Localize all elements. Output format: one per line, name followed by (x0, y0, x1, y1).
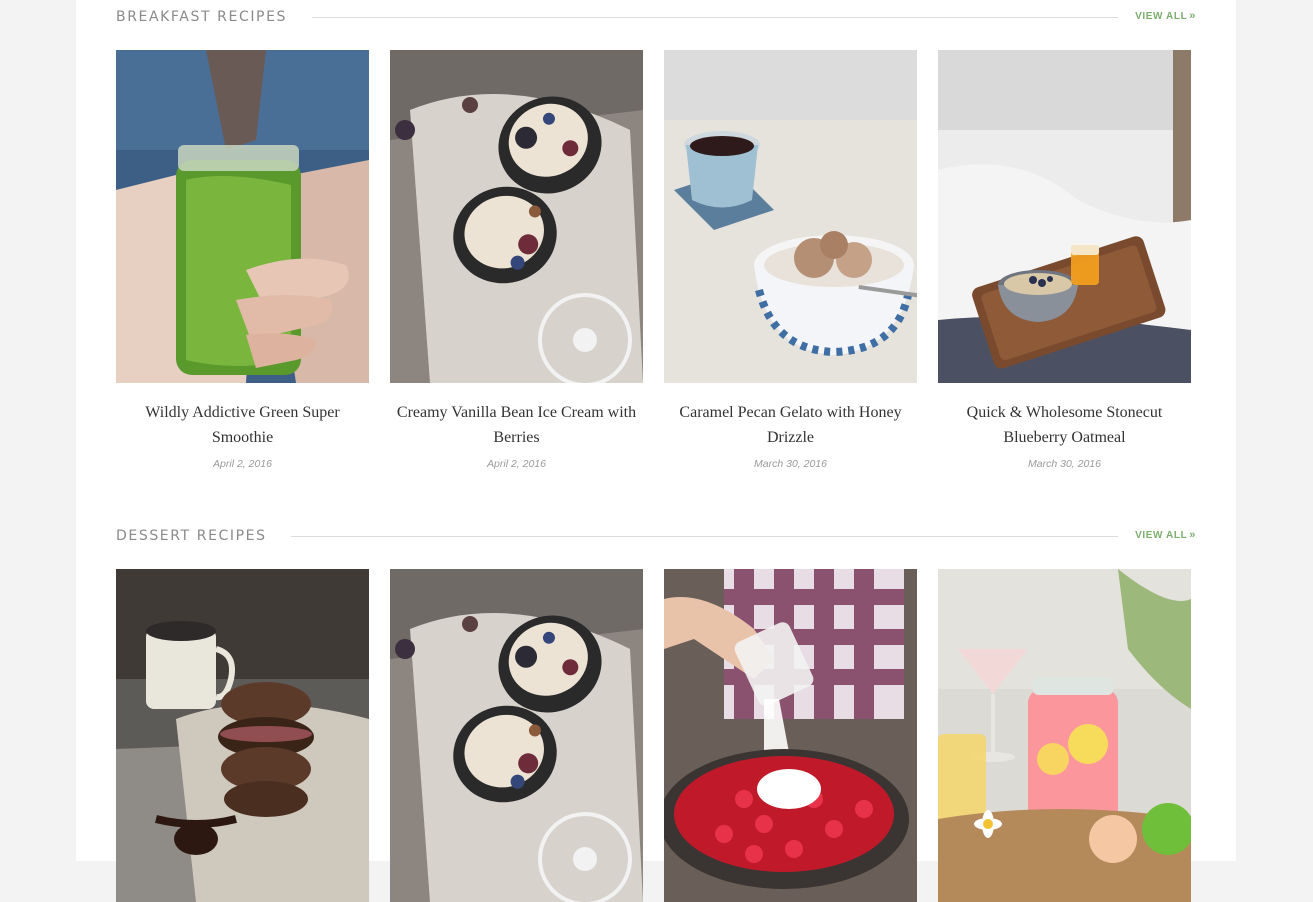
section-title: DESSERT RECIPES (116, 528, 267, 544)
ice-cream-cones-berries-photo[interactable] (390, 569, 643, 902)
pink-lemonade-drinks-photo[interactable] (938, 569, 1191, 902)
recipe-card: Quick & Wholesome Stonecut Blueberry Oat… (938, 50, 1191, 470)
recipe-date: March 30, 2016 (1028, 458, 1101, 470)
section-header: BREAKFAST RECIPES VIEW ALL» (116, 0, 1196, 34)
view-all-label: VIEW ALL (1135, 530, 1188, 541)
section-header: DESSERT RECIPES VIEW ALL» (116, 519, 1196, 553)
double-chevron-right-icon: » (1189, 529, 1196, 541)
section-divider (291, 536, 1118, 537)
recipe-title[interactable]: Quick & Wholesome Stonecut Blueberry Oat… (944, 400, 1185, 450)
double-chevron-right-icon: » (1189, 10, 1196, 22)
recipe-date: March 30, 2016 (754, 458, 827, 470)
recipe-date: April 2, 2016 (213, 458, 272, 470)
recipe-date: April 2, 2016 (487, 458, 546, 470)
view-all-label: VIEW ALL (1135, 11, 1188, 22)
recipe-card: Creamy Vanilla Bean Ice Cream with Berri… (390, 50, 643, 470)
view-all-link[interactable]: VIEW ALL» (1135, 529, 1196, 541)
recipe-card (664, 569, 917, 902)
strawberries-sugar-pot-photo[interactable] (664, 569, 917, 902)
recipe-title[interactable]: Caramel Pecan Gelato with Honey Drizzle (670, 400, 911, 450)
content-area: BREAKFAST RECIPES VIEW ALL» Wildly Addic… (76, 0, 1236, 902)
oatmeal-breakfast-tray-photo[interactable] (938, 50, 1191, 383)
section-divider (312, 17, 1118, 18)
recipe-title[interactable]: Wildly Addictive Green Super Smoothie (122, 400, 363, 450)
recipe-card (390, 569, 643, 902)
gelato-bowl-coffee-cup-photo[interactable] (664, 50, 917, 383)
recipe-card (938, 569, 1191, 902)
recipe-card (116, 569, 369, 902)
section-title: BREAKFAST RECIPES (116, 9, 288, 25)
recipe-card: Caramel Pecan Gelato with Honey Drizzle … (664, 50, 917, 470)
view-all-link[interactable]: VIEW ALL» (1135, 10, 1196, 22)
ice-cream-cones-berries-photo[interactable] (390, 50, 643, 383)
green-smoothie-jar-photo[interactable] (116, 50, 369, 383)
breakfast-recipes-section: BREAKFAST RECIPES VIEW ALL» Wildly Addic… (116, 0, 1196, 470)
recipe-card: Wildly Addictive Green Super Smoothie Ap… (116, 50, 369, 470)
recipe-title[interactable]: Creamy Vanilla Bean Ice Cream with Berri… (396, 400, 637, 450)
dessert-recipes-section: DESSERT RECIPES VIEW ALL» (116, 519, 1196, 902)
chocolate-cookie-sandwich-photo[interactable] (116, 569, 369, 902)
